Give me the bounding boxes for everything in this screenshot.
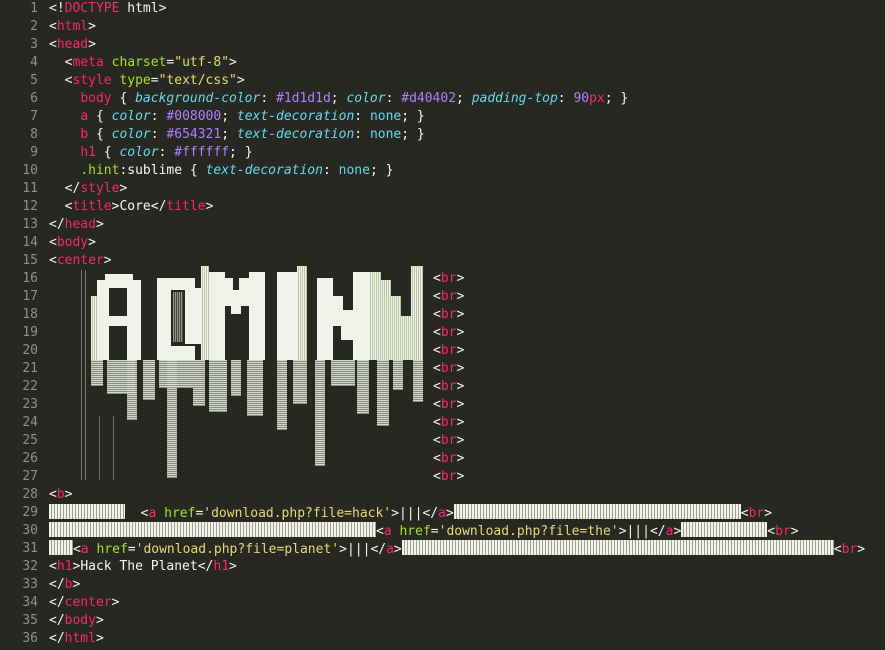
line-number: 34 xyxy=(22,595,38,610)
line-number: 18 xyxy=(22,307,38,322)
line-number: 21 xyxy=(22,361,38,376)
code-line: </head> xyxy=(49,217,104,232)
line-number: 31 xyxy=(22,541,38,556)
line-number: 26 xyxy=(22,451,38,466)
line-number: 16 xyxy=(22,271,38,286)
br-tag: <br> xyxy=(433,379,465,394)
br-tag: <br> xyxy=(433,343,465,358)
line-number: 2 xyxy=(30,19,38,34)
code-line: <a href='download.php?file=the'>|||</a> <… xyxy=(49,522,885,540)
line-number: 4 xyxy=(30,55,38,70)
br-tag: <br> xyxy=(433,289,465,304)
line-number: 35 xyxy=(22,613,38,628)
code-line: b { color: #654321; text-decoration: non… xyxy=(80,127,425,142)
line-number: 30 xyxy=(22,523,38,538)
line-number: 11 xyxy=(22,181,38,196)
br-tag: <br> xyxy=(433,469,465,484)
line-number-gutter: 1 2 3 4 5 6 7 8 9 10 11 12 13 14 15 16 17 18 19 20 21 22 23 24 2… xyxy=(0,0,38,648)
line-number: 10 xyxy=(22,163,38,178)
code-line: </style> xyxy=(64,181,128,196)
code-line: </html> xyxy=(49,631,104,646)
code-line: .hint:sublime { text-decoration: none; } xyxy=(80,163,394,178)
br-tag: <br> xyxy=(433,361,465,376)
br-tag: <br> xyxy=(433,433,465,448)
code-line: <b> xyxy=(49,487,73,502)
code-line: <a href='download.php?file=planet'>|||</… xyxy=(49,540,885,558)
code-line: <html> xyxy=(49,19,96,34)
line-number: 1 xyxy=(30,1,38,16)
line-number: 36 xyxy=(22,631,38,646)
line-number: 24 xyxy=(22,415,38,430)
line-number: 28 xyxy=(22,487,38,502)
line-number: 20 xyxy=(22,343,38,358)
br-tag: <br> xyxy=(433,307,465,322)
code-line: h1 { color: #ffffff; } xyxy=(80,145,253,160)
code-line: </center> xyxy=(49,595,120,610)
line-number: 29 xyxy=(22,505,38,520)
line-number: 9 xyxy=(30,145,38,160)
code-line: <title>Core</title> xyxy=(64,199,214,214)
ascii-block xyxy=(49,540,73,555)
br-tag: <br> xyxy=(433,325,465,340)
code-line: </b> xyxy=(49,577,81,592)
ascii-block xyxy=(49,522,376,537)
ascii-block xyxy=(453,504,741,519)
line-number: 27 xyxy=(22,469,38,484)
line-number: 19 xyxy=(22,325,38,340)
line-number: 33 xyxy=(22,577,38,592)
line-number: 25 xyxy=(22,433,38,448)
code-line: body { background-color: #1d1d1d; color:… xyxy=(80,91,629,106)
code-line: a { color: #008000; text-decoration: non… xyxy=(80,109,425,124)
line-number: 5 xyxy=(30,73,38,88)
line-number: 23 xyxy=(22,397,38,412)
line-number: 15 xyxy=(22,253,38,268)
line-number: 7 xyxy=(30,109,38,124)
br-tag: <br> xyxy=(433,415,465,430)
br-tag: <br> xyxy=(433,271,465,286)
line-number: 17 xyxy=(22,289,38,304)
line-number: 13 xyxy=(22,217,38,232)
line-number: 32 xyxy=(22,559,38,574)
line-number: 22 xyxy=(22,379,38,394)
code-line: </body> xyxy=(49,613,104,628)
line-number: 3 xyxy=(30,37,38,52)
code-line: <head> xyxy=(49,37,96,52)
code-line: <h1>Hack The Planet</h1> xyxy=(49,559,237,574)
ascii-block xyxy=(681,522,768,537)
line-number: 14 xyxy=(22,235,38,250)
br-tag: <br> xyxy=(433,451,465,466)
ascii-block xyxy=(49,504,125,519)
code-line: <!DOCTYPE html> xyxy=(49,1,167,16)
ascii-art-admin xyxy=(81,266,433,484)
code-line: <a href='download.php?file=hack'>|||</a>… xyxy=(49,504,885,522)
line-number: 8 xyxy=(30,127,38,142)
code-editor[interactable]: 1 2 3 4 5 6 7 8 9 10 11 12 13 14 15 16 17 18 19 20 21 22 23 24 2… xyxy=(0,0,885,650)
code-line: <body> xyxy=(49,235,96,250)
code-line: <style type="text/css"> xyxy=(64,73,245,88)
code-line: <meta charset="utf-8"> xyxy=(64,55,237,70)
ascii-block xyxy=(401,540,834,555)
br-tag: <br> xyxy=(433,397,465,412)
line-number: 12 xyxy=(22,199,38,214)
line-number: 6 xyxy=(30,91,38,106)
